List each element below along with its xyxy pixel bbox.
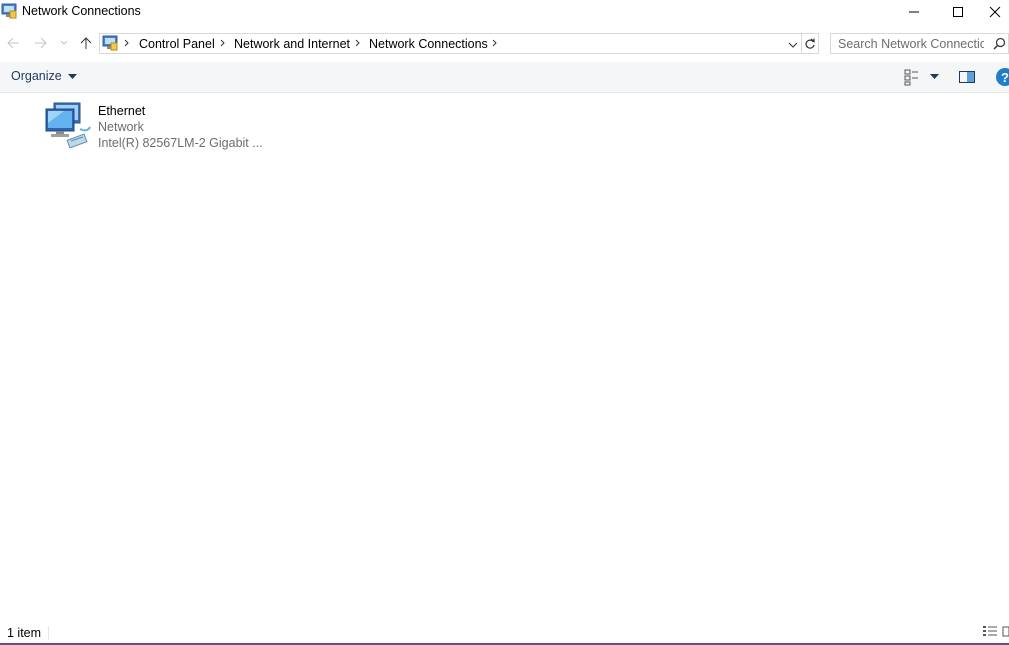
connection-name[interactable]: Ethernet (98, 104, 145, 118)
details-view-icon[interactable] (982, 625, 998, 639)
organize-button[interactable]: Organize (11, 69, 78, 83)
maximize-icon (953, 7, 963, 17)
forward-arrow-icon (35, 37, 47, 49)
ethernet-adapter-icon[interactable] (44, 101, 94, 151)
minimize-icon (909, 11, 919, 13)
caret-down-icon (68, 73, 78, 79)
window-title: Network Connections (22, 4, 141, 18)
connection-device: Intel(R) 82567LM-2 Gigabit ... (98, 136, 263, 150)
help-icon: ? (996, 68, 1009, 86)
chevron-right-icon (124, 39, 129, 47)
breadcrumb-network-connections[interactable]: Network Connections (369, 37, 488, 51)
status-separator (48, 626, 49, 640)
refresh-icon (805, 38, 815, 49)
preview-pane-icon (959, 71, 975, 83)
breadcrumb-separator[interactable] (353, 36, 363, 50)
status-item-count: 1 item (7, 626, 42, 640)
chevron-right-icon (355, 39, 360, 47)
back-button[interactable] (2, 33, 24, 53)
recent-locations-button[interactable] (56, 33, 72, 53)
chevron-down-icon (60, 40, 68, 45)
breadcrumb-network-and-internet[interactable]: Network and Internet (234, 37, 350, 51)
minimize-button[interactable] (892, 0, 936, 24)
chevron-right-icon (220, 39, 225, 47)
connection-status: Network (98, 120, 144, 134)
breadcrumb-control-panel[interactable]: Control Panel (139, 37, 215, 51)
back-arrow-icon (7, 37, 19, 49)
breadcrumb-separator[interactable] (218, 36, 228, 50)
close-button[interactable] (981, 0, 1009, 24)
control-panel-icon (102, 35, 118, 51)
breadcrumb-separator[interactable] (122, 36, 132, 50)
maximize-button[interactable] (936, 0, 980, 24)
chevron-down-icon (788, 42, 798, 48)
forward-button[interactable] (30, 33, 52, 53)
command-bar (0, 62, 1009, 93)
large-icons-view-icon[interactable] (1002, 625, 1009, 639)
address-history-dropdown[interactable] (787, 38, 799, 52)
change-view-button[interactable] (903, 68, 943, 86)
help-button[interactable]: ? (995, 67, 1009, 87)
breadcrumb-separator[interactable] (490, 36, 500, 50)
svg-text:?: ? (1001, 70, 1009, 85)
close-icon (989, 6, 1001, 18)
network-connections-app-icon (1, 3, 17, 19)
title-bar (0, 0, 1009, 24)
view-options-icon (904, 69, 939, 86)
organize-label: Organize (11, 69, 62, 83)
search-placeholder[interactable]: Search Network Connectio (838, 37, 984, 51)
refresh-button[interactable] (802, 33, 819, 54)
preview-pane-button[interactable] (958, 69, 976, 85)
up-button[interactable] (75, 33, 97, 53)
up-arrow-icon (80, 37, 92, 49)
search-icon[interactable] (993, 37, 1006, 50)
chevron-right-icon (492, 39, 497, 47)
